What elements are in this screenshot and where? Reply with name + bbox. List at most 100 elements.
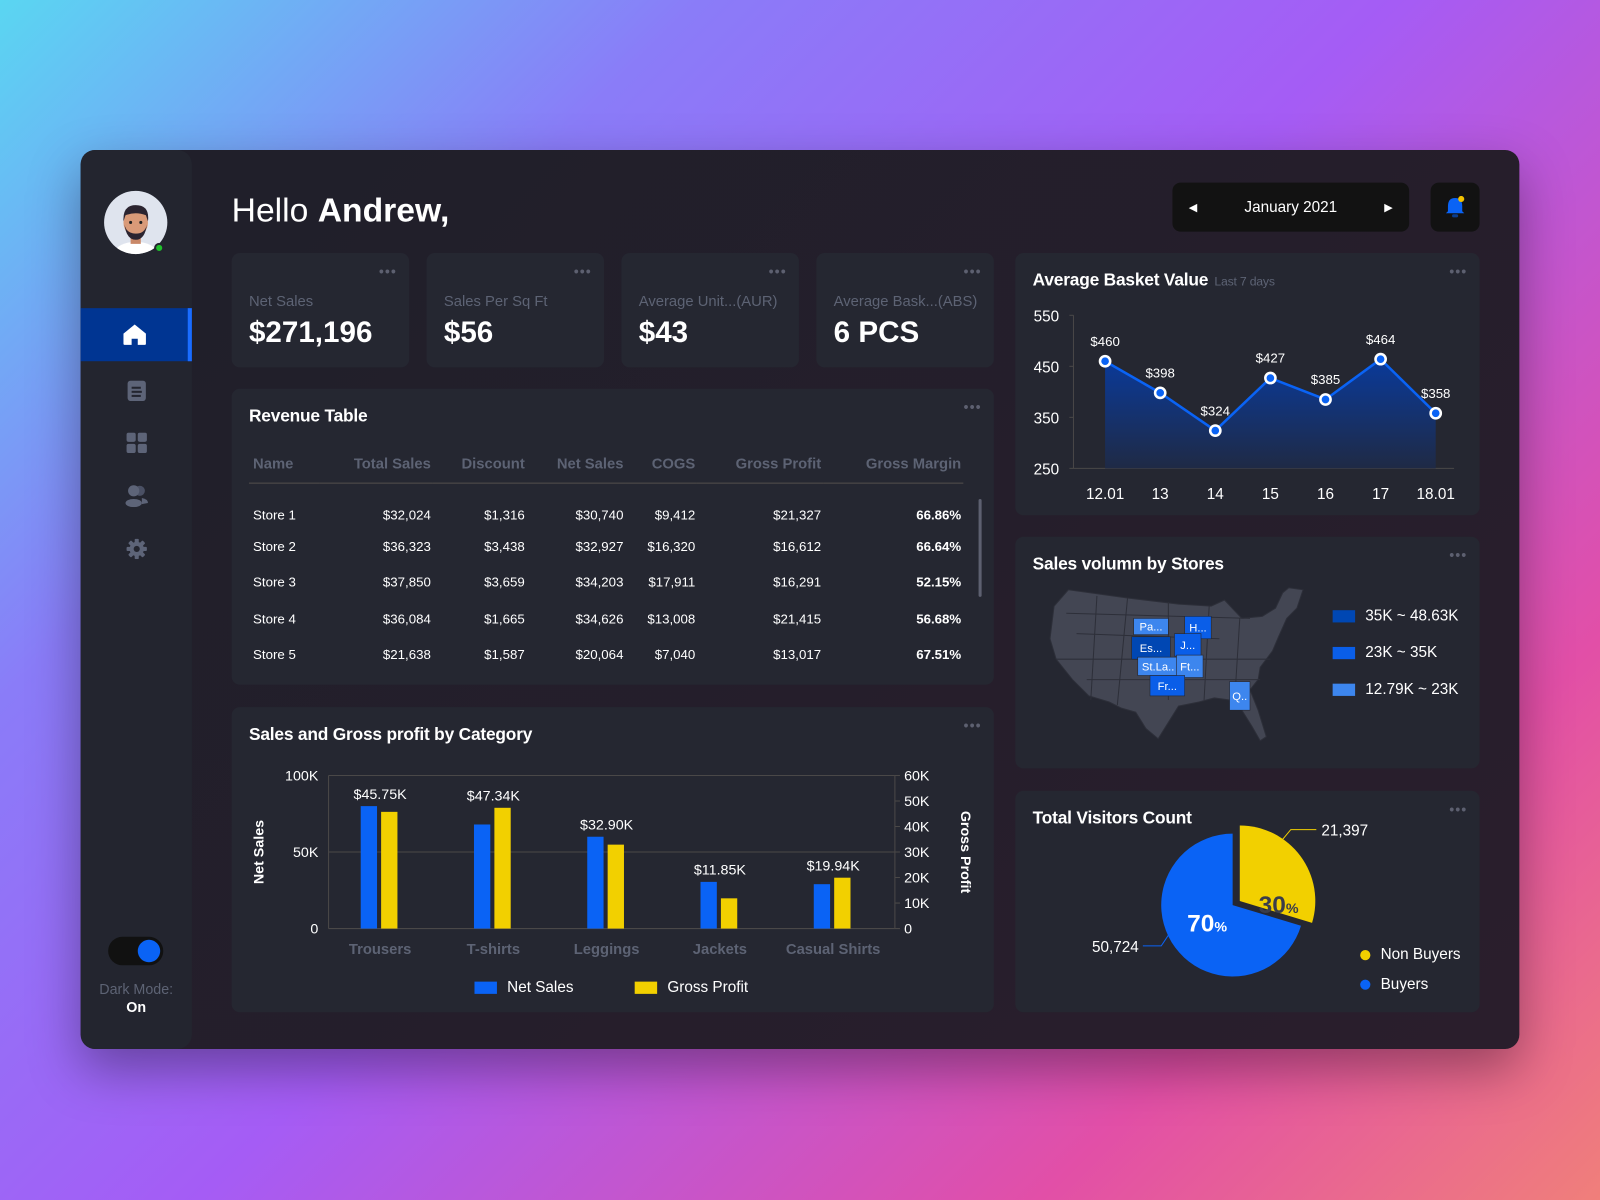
legend-gross-profit[interactable]: Gross Profit [634, 979, 748, 996]
table-cell: 67.51% [916, 646, 962, 663]
month-label: January 2021 [1244, 198, 1338, 216]
bar-gross-profit[interactable] [381, 811, 398, 929]
table-cell: $7,040 [654, 646, 696, 663]
notifications-button[interactable] [1430, 182, 1480, 232]
table-cell: $3,438 [484, 538, 525, 555]
more-options-icon[interactable]: ••• [1449, 547, 1467, 563]
table-row[interactable]: Store 4 $36,084 $1,665 $34,626 $13,008 $21,41… [249, 601, 963, 637]
kpi-card[interactable]: ••• Net Sales $271,196 [231, 253, 410, 368]
data-point[interactable] [1374, 352, 1387, 366]
prev-month-button[interactable]: ◀ [1189, 201, 1198, 214]
more-options-icon[interactable]: ••• [964, 263, 982, 279]
data-point[interactable] [1153, 386, 1167, 400]
users-icon [124, 485, 148, 508]
table-row[interactable]: Store 2 $36,323 $3,438 $32,927 $16,320 $16,61… [249, 529, 963, 565]
kpi-card[interactable]: ••• Sales Per Sq Ft $56 [426, 253, 605, 368]
bar-net-sales[interactable] [813, 884, 831, 929]
column-header[interactable]: Gross Margin [823, 445, 964, 484]
x-tick-label: 17 [1372, 486, 1389, 503]
table-cell: $21,415 [773, 610, 822, 627]
map-legend-item[interactable]: 35K ~ 48.63K [1332, 607, 1458, 624]
legend-net-sales[interactable]: Net Sales [474, 979, 574, 996]
table-scrollbar[interactable] [978, 498, 982, 597]
bar-net-sales[interactable] [473, 824, 491, 929]
legend-buyers[interactable]: Buyers [1360, 976, 1428, 993]
y-axis-label: Net Sales [251, 820, 267, 884]
table-cell: $21,327 [773, 507, 822, 523]
table-cell: $3,659 [484, 574, 525, 591]
visitors-card: Total Visitors Count ••• 21,397 50,724 30%… [1015, 790, 1480, 1013]
table-cell: $32,927 [575, 538, 624, 555]
month-picker[interactable]: ◀ January 2021 ▶ [1172, 182, 1410, 232]
table-cell: $16,612 [773, 538, 822, 555]
column-header[interactable]: Discount [432, 445, 527, 484]
table-cell: Store 2 [253, 538, 296, 555]
sidebar-item-home[interactable] [80, 308, 192, 362]
sidebar-item-documents[interactable] [81, 364, 192, 417]
bar-gross-profit[interactable] [494, 807, 511, 929]
category-bar-chart: 0 50K 100K 0 10K 20K 30K 40K 50K 60K Net Sales Gros… [251, 769, 973, 958]
online-status-dot [154, 242, 165, 254]
bar-gross-profit[interactable] [834, 877, 851, 929]
sidebar-item-settings[interactable] [81, 522, 192, 575]
table-cell: $36,323 [382, 538, 431, 555]
sales-map-card: Sales volumn by Stores ••• Pa... H... Es..… [1015, 536, 1480, 769]
bar-gross-profit[interactable] [607, 844, 624, 929]
dark-mode-toggle[interactable] [108, 936, 164, 966]
basket-value-card: Average Basket Value Last 7 days ••• 250 3… [1015, 253, 1480, 516]
legend-non-buyers[interactable]: Non Buyers [1360, 946, 1461, 963]
home-icon [122, 324, 146, 345]
table-row[interactable]: Store 5 $21,638 $1,587 $20,064 $7,040 $13,017… [249, 637, 963, 673]
data-point[interactable] [1098, 354, 1112, 368]
next-month-button[interactable]: ▶ [1384, 201, 1393, 214]
table-cell: $30,740 [575, 507, 624, 523]
data-point[interactable] [1208, 424, 1222, 437]
table-row[interactable]: Store 1 $32,024 $1,316 $30,740 $9,412 $21,327… [249, 483, 963, 529]
map-region-label: H... [1189, 623, 1206, 635]
table-cell: $16,291 [773, 574, 822, 591]
revenue-table: Name Total Sales Discount Net Sales COGS Gros… [248, 445, 964, 673]
bar-net-sales[interactable] [587, 836, 604, 929]
column-header[interactable]: COGS [625, 445, 698, 484]
map-region-label: Fr... [1158, 681, 1177, 693]
table-row[interactable]: Store 3 $37,850 $3,659 $34,203 $17,911 $16,29… [249, 565, 963, 601]
column-header[interactable]: Total Sales [319, 445, 433, 484]
more-options-icon[interactable]: ••• [379, 263, 397, 279]
kpi-value: $43 [638, 316, 689, 349]
table-cell: $13,017 [773, 646, 822, 663]
kpi-card[interactable]: ••• Average Bask...(ABS) 6 PCS [816, 253, 994, 368]
y-tick-label: 550 [1034, 308, 1060, 325]
y2-tick-label: 0 [904, 922, 912, 938]
bell-icon [1445, 195, 1465, 218]
x-tick-label: 16 [1317, 486, 1334, 503]
data-point[interactable] [1319, 393, 1332, 406]
greeting: Hello Andrew, [231, 190, 450, 229]
column-header[interactable]: Gross Profit [697, 445, 824, 484]
y2-tick-label: 50K [904, 794, 930, 810]
more-options-icon[interactable]: ••• [964, 399, 982, 415]
data-point[interactable] [1429, 406, 1443, 420]
map-legend-item[interactable]: 23K ~ 35K [1332, 644, 1437, 661]
more-options-icon[interactable]: ••• [574, 263, 592, 279]
column-header[interactable]: Name [248, 445, 320, 484]
revenue-table-card: Revenue Table ••• Name Total Sales Discoun… [231, 388, 994, 685]
bar-net-sales[interactable] [700, 881, 717, 929]
kpi-card[interactable]: ••• Average Unit...(AUR) $43 [621, 253, 799, 368]
table-cell: $1,587 [484, 646, 525, 663]
data-point[interactable] [1264, 371, 1277, 385]
map-region-label: J... [1180, 640, 1195, 652]
kpi-value: 6 PCS [833, 316, 920, 349]
table-cell: 56.68% [916, 610, 962, 627]
map-legend-item[interactable]: 12.79K ~ 23K [1332, 681, 1458, 698]
data-label: $47.34K [467, 789, 521, 805]
x-tick-label: 18.01 [1417, 486, 1455, 503]
sidebar-item-apps[interactable] [81, 416, 192, 469]
table-cell: $34,626 [575, 610, 624, 627]
bar-gross-profit[interactable] [720, 898, 738, 929]
data-label: $45.75K [354, 787, 408, 803]
column-header[interactable]: Net Sales [526, 445, 626, 484]
bar-net-sales[interactable] [360, 806, 378, 929]
sidebar-item-users[interactable] [81, 469, 192, 522]
table-cell: $16,320 [647, 538, 696, 555]
more-options-icon[interactable]: ••• [769, 263, 787, 279]
